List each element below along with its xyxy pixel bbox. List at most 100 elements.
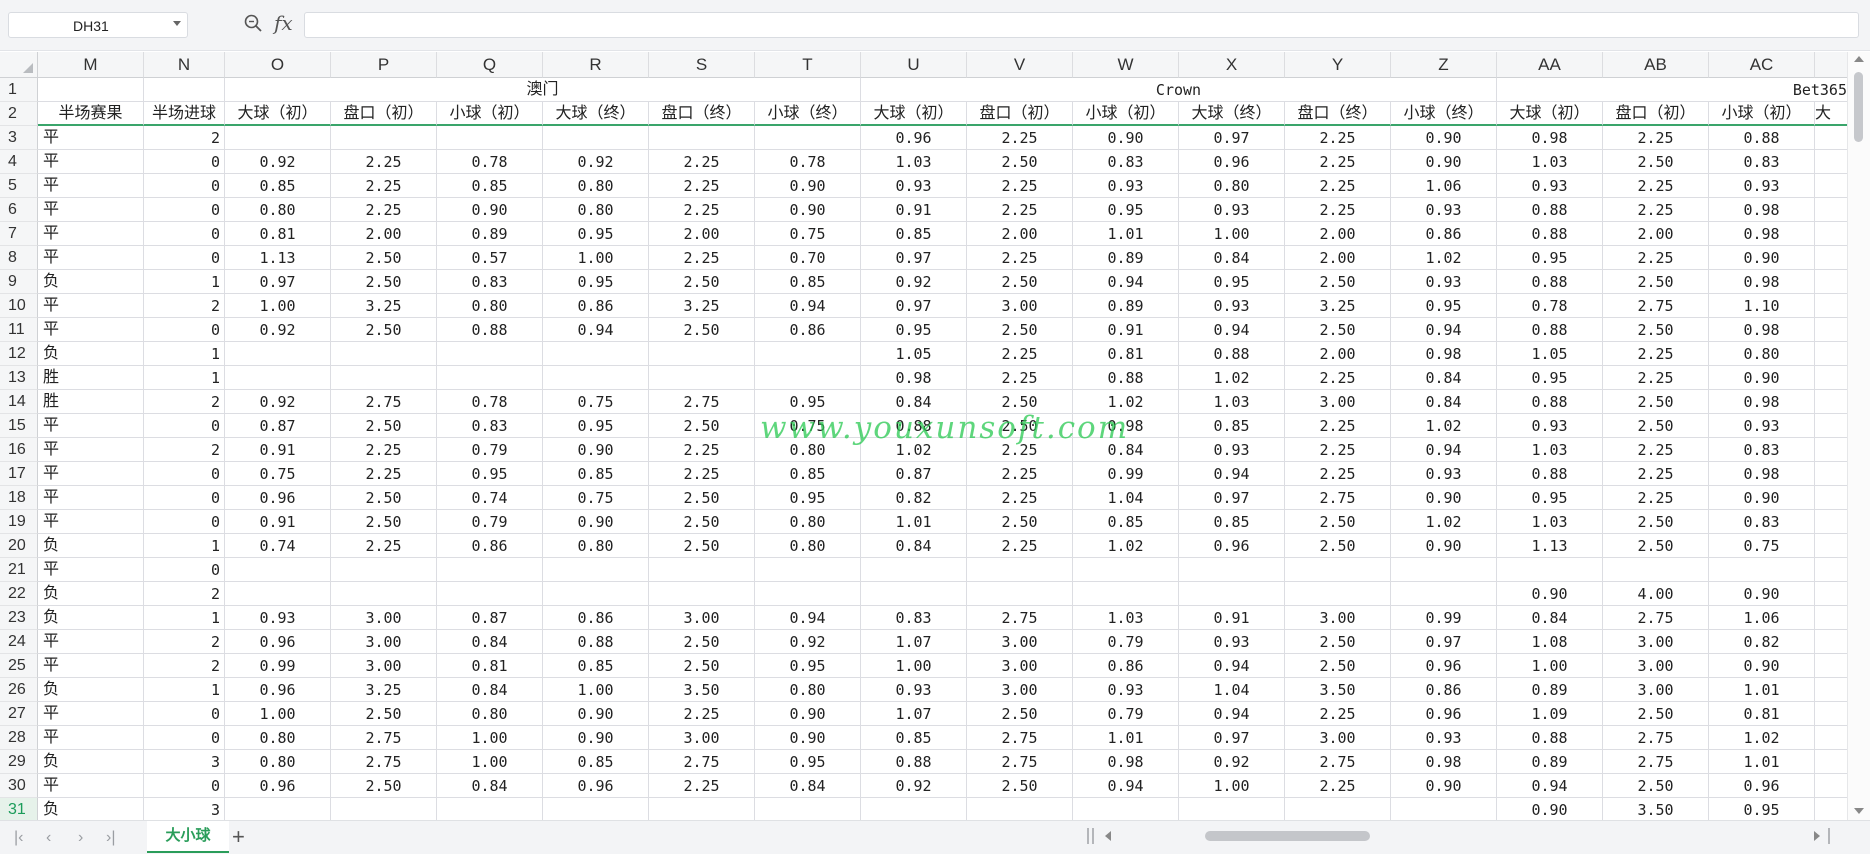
cell[interactable]: 0 (144, 510, 225, 534)
cell[interactable] (1391, 582, 1497, 606)
cell[interactable]: 0.90 (1391, 774, 1497, 798)
cell[interactable]: 1.03 (1497, 150, 1603, 174)
cell[interactable]: 0.79 (437, 510, 543, 534)
cell[interactable] (1815, 654, 1848, 678)
cell[interactable]: 0.97 (1391, 630, 1497, 654)
cell[interactable]: 0.95 (861, 318, 967, 342)
row-header[interactable]: 17 (0, 462, 38, 486)
cell[interactable]: 0.93 (1391, 726, 1497, 750)
cell[interactable]: 平 (38, 414, 144, 438)
cell[interactable]: 0.98 (1709, 222, 1815, 246)
cell[interactable]: 1.08 (1497, 630, 1603, 654)
cell[interactable]: 2.25 (331, 174, 437, 198)
cell[interactable]: 2.50 (1603, 318, 1709, 342)
cell[interactable]: 胜 (38, 366, 144, 390)
cell[interactable]: 0.95 (543, 270, 649, 294)
cell[interactable]: 负 (38, 750, 144, 774)
cell[interactable]: 0.70 (755, 246, 861, 270)
cell[interactable]: 1.02 (1073, 390, 1179, 414)
cell[interactable]: 1.01 (861, 510, 967, 534)
column-header-z[interactable]: Z (1391, 52, 1497, 78)
column-header-y[interactable]: Y (1285, 52, 1391, 78)
cell[interactable]: 0.98 (1391, 342, 1497, 366)
cell[interactable]: 0.85 (225, 174, 331, 198)
cell[interactable]: 2.00 (1285, 222, 1391, 246)
row-header[interactable]: 27 (0, 702, 38, 726)
cell[interactable]: 2.50 (967, 702, 1073, 726)
cell[interactable]: 0.95 (755, 390, 861, 414)
cell[interactable]: 0.90 (543, 702, 649, 726)
row-header[interactable]: 2 (0, 102, 38, 126)
cell[interactable]: 2.75 (1603, 750, 1709, 774)
cell[interactable]: 0.95 (543, 414, 649, 438)
cell[interactable] (755, 798, 861, 822)
cell[interactable]: 1.00 (543, 246, 649, 270)
cell[interactable]: 0.94 (543, 318, 649, 342)
cell[interactable] (225, 366, 331, 390)
cell[interactable]: 0.84 (1391, 366, 1497, 390)
cell[interactable] (1815, 126, 1848, 150)
cell[interactable] (543, 582, 649, 606)
cell[interactable]: 0.90 (1391, 486, 1497, 510)
cell[interactable]: 2.00 (1285, 246, 1391, 270)
cell[interactable]: 0.97 (861, 246, 967, 270)
column-header-n[interactable]: N (144, 52, 225, 78)
cell[interactable]: 平 (38, 486, 144, 510)
row-header[interactable]: 25 (0, 654, 38, 678)
cell[interactable]: 0.81 (437, 654, 543, 678)
cell[interactable]: 0.83 (1709, 150, 1815, 174)
cell[interactable]: 2.25 (1285, 198, 1391, 222)
cell[interactable]: 2.00 (1285, 342, 1391, 366)
cell[interactable]: 2.50 (649, 486, 755, 510)
cell[interactable]: 0.95 (755, 486, 861, 510)
cell[interactable]: 0.90 (1073, 126, 1179, 150)
cell[interactable]: 3.00 (1285, 606, 1391, 630)
cell[interactable]: 0.97 (1179, 486, 1285, 510)
row-header[interactable]: 7 (0, 222, 38, 246)
cell[interactable]: 0.89 (1073, 246, 1179, 270)
cell[interactable] (649, 558, 755, 582)
cell[interactable]: 0 (144, 222, 225, 246)
cell[interactable]: 0.93 (1391, 270, 1497, 294)
cell[interactable] (1815, 678, 1848, 702)
cell[interactable]: 0.90 (543, 726, 649, 750)
cell[interactable]: 0.92 (225, 150, 331, 174)
cell[interactable]: 0.99 (1391, 606, 1497, 630)
cell[interactable]: 3.25 (649, 294, 755, 318)
cell[interactable]: 0.90 (1497, 798, 1603, 822)
cell[interactable]: 0.85 (1073, 510, 1179, 534)
cell[interactable]: 1 (144, 534, 225, 558)
cell[interactable]: 0.98 (1497, 126, 1603, 150)
cell[interactable]: 平 (38, 198, 144, 222)
cell[interactable]: 2.75 (1285, 750, 1391, 774)
cell[interactable] (755, 558, 861, 582)
cell[interactable]: 1.00 (437, 726, 543, 750)
cell[interactable]: 0.97 (225, 270, 331, 294)
cell[interactable]: 1.00 (225, 294, 331, 318)
cell[interactable]: 0.94 (755, 606, 861, 630)
group-header-bet365[interactable]: Bet365 (1497, 78, 1848, 102)
cell[interactable]: 3.00 (967, 294, 1073, 318)
cell[interactable]: 0.93 (1709, 174, 1815, 198)
cell[interactable]: 0.84 (437, 774, 543, 798)
cell[interactable]: 1.01 (1709, 678, 1815, 702)
cell[interactable]: 2.25 (1603, 174, 1709, 198)
cell[interactable]: 负 (38, 342, 144, 366)
cell[interactable]: 0.83 (1709, 438, 1815, 462)
cell[interactable]: 1.06 (1709, 606, 1815, 630)
column-header-p[interactable]: P (331, 52, 437, 78)
cell[interactable] (1815, 462, 1848, 486)
row-header[interactable]: 14 (0, 390, 38, 414)
cell[interactable]: 2.50 (1285, 630, 1391, 654)
cell[interactable]: 负 (38, 678, 144, 702)
cell[interactable]: 2.25 (331, 534, 437, 558)
cell[interactable] (1285, 582, 1391, 606)
cell[interactable]: 0.85 (861, 726, 967, 750)
cell[interactable]: 0.80 (225, 198, 331, 222)
name-box[interactable]: DH31 (8, 12, 188, 38)
row-header[interactable]: 11 (0, 318, 38, 342)
cell[interactable]: 0.95 (755, 654, 861, 678)
cell[interactable] (437, 126, 543, 150)
cell[interactable]: 0.96 (861, 126, 967, 150)
cell[interactable] (1815, 174, 1848, 198)
